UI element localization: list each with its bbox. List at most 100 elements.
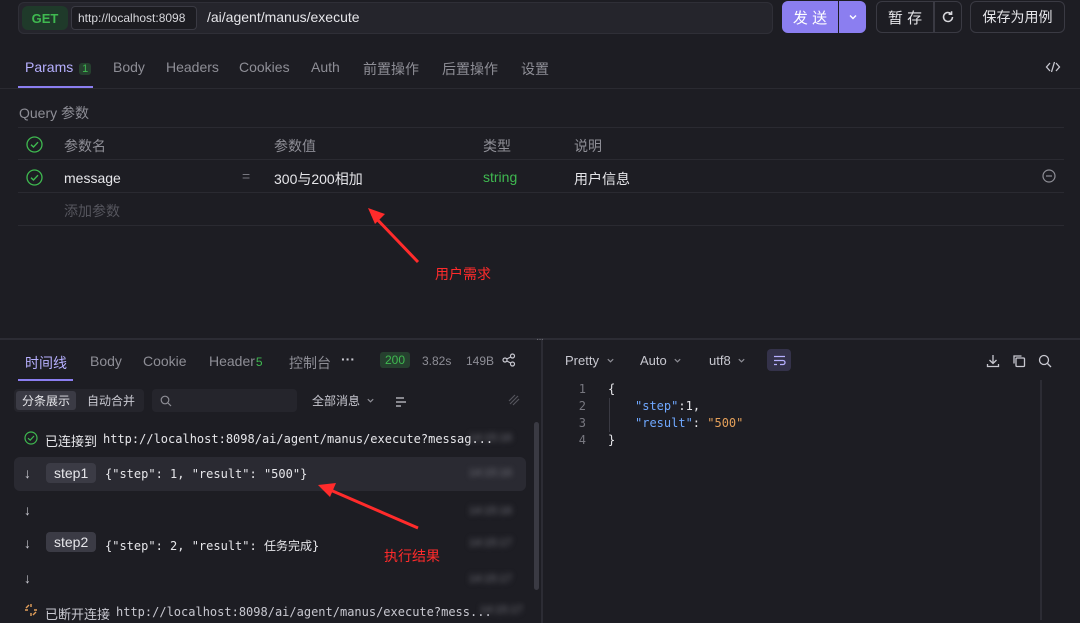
code-icon[interactable] [1044,58,1062,76]
url-path-input[interactable]: /ai/agent/manus/execute [207,9,360,25]
base-url-chip[interactable]: http://localhost:8098 [71,6,197,30]
event-label: 已断开连接 [45,607,111,622]
event-label: 已连接到 [45,434,98,449]
timeline-item-connected[interactable]: 已连接到 http://localhost:8098/ai/agent/manu… [14,426,526,450]
check-circle-icon [26,169,43,186]
send-button[interactable]: 发 送 [782,1,838,33]
line-number: 3 [578,416,586,430]
timeline-item-empty[interactable]: ↓ 14:15:17 [14,567,526,591]
event-timestamp: 14:15:16 [469,432,512,444]
add-param-input[interactable]: 添加参数 [18,193,1064,226]
timeline-item-empty[interactable]: ↓ 14:15:16 [14,499,526,523]
code-viewer[interactable]: 1{ 2 "step": 1, 3 "result": "500" 4} [560,381,1030,449]
timeline-scrollbar[interactable] [534,422,539,590]
tab-label: Header [209,353,255,369]
tab-response-body[interactable]: Body [90,353,122,369]
event-timestamp: 14:15:17 [469,537,512,549]
arrow-down-icon: ↓ [24,535,31,551]
vertical-split[interactable] [541,340,543,623]
param-enabled-checkbox[interactable] [26,169,43,189]
viewer-scrollbar[interactable] [1040,380,1042,620]
tab-headers[interactable]: Headers [166,59,219,75]
method-badge[interactable]: GET [22,6,68,30]
select-all-checkbox[interactable] [26,136,43,156]
indent-guide [609,415,635,432]
line-number: 1 [578,382,586,396]
arrow-down-icon: ↓ [24,502,31,518]
clear-icon[interactable] [507,393,521,410]
timeline-search-input[interactable] [152,389,297,412]
save-button[interactable]: 暂 存 [876,1,934,33]
event-timestamp: 14:15:16 [469,467,512,479]
colon: : [678,399,686,413]
reset-button[interactable] [934,1,962,33]
line-number: 4 [578,433,586,447]
equals-sign: = [242,168,251,184]
wrap-lines-icon[interactable] [395,395,407,411]
minus-circle-icon [1042,169,1056,183]
share-icon[interactable] [502,353,516,370]
download-icon[interactable] [986,354,1000,371]
line-text: } [608,433,616,447]
response-time: 3.82s [422,354,452,368]
tab-body[interactable]: Body [113,59,145,75]
timeline-item-step1[interactable]: ↓ step1 {"step": 1, "result": "500"} 14:… [14,457,526,491]
copy-icon[interactable] [1012,354,1026,371]
chevron-down-icon [606,358,614,363]
column-header-description: 说明 [574,138,602,154]
event-url: http://localhost:8098/ai/agent/manus/exe… [103,432,494,446]
line-number: 2 [578,399,586,413]
message-filter-select[interactable]: 全部消息 [312,392,375,409]
tab-response-cookie[interactable]: Cookie [143,353,187,369]
param-type-select[interactable]: string [483,169,517,185]
tab-auth[interactable]: Auth [311,59,340,75]
annotation-arrow [368,208,420,264]
chevron-down-icon [674,358,681,363]
tab-console[interactable]: 控制台 [289,353,331,373]
split-view-button[interactable]: 分条展示 [16,391,76,410]
event-timestamp: 14:15:17 [469,573,512,585]
tab-params[interactable]: Params 1 [25,59,92,75]
event-payload: {"step": 1, "result": "500"} [105,467,308,481]
timeline-item-step2[interactable]: ↓ step2 {"step": 2, "result": 任务完成} 14:1… [14,527,526,561]
param-value-input[interactable]: 300与200相加 [274,169,363,189]
param-row [18,160,1064,193]
wrap-lines-icon [773,355,786,365]
more-tabs-button[interactable]: ··· [341,351,355,367]
tab-pre-operations[interactable]: 前置操作 [363,59,419,79]
tab-settings[interactable]: 设置 [521,59,549,79]
code-line: 1{ [560,381,1030,398]
auto-merge-button[interactable]: 自动合并 [80,391,142,410]
event-tag: step2 [46,532,97,552]
filter-label: 全部消息 [312,394,361,408]
annotation-exec-result: 执行结果 [384,548,440,564]
send-dropdown-button[interactable] [839,1,866,33]
param-name-input[interactable]: message [64,170,121,186]
search-icon[interactable] [1038,354,1052,371]
chevron-down-icon [738,358,745,363]
annotation-arrow [318,483,419,530]
params-table-header [18,127,1064,160]
tab-cookies[interactable]: Cookies [239,59,290,75]
timeline-item-disconnected[interactable]: 已断开连接 http://localhost:8098/ai/agent/man… [14,601,526,623]
json-value: "500" [700,416,744,430]
format-label: Pretty [565,353,599,368]
format-select[interactable]: Pretty [565,353,615,368]
tab-post-operations[interactable]: 后置操作 [442,59,498,79]
annotation-user-need: 用户需求 [435,266,491,282]
save-as-case-button[interactable]: 保存为用例 [970,1,1065,33]
active-tab-underline [18,86,93,88]
tab-response-header[interactable]: Header5 [209,353,263,369]
tab-timeline[interactable]: 时间线 [25,353,67,373]
json-key: "step" [635,399,679,413]
param-description-input[interactable]: 用户信息 [574,169,630,189]
remove-param-button[interactable] [1042,169,1056,186]
encoding-mode-label: Auto [640,353,667,368]
charset-select[interactable]: utf8 [709,353,746,368]
code-line: 3 "result": "500" [560,415,1030,432]
encoding-mode-select[interactable]: Auto [640,353,682,368]
wrap-toggle-button[interactable] [767,349,791,371]
params-count-badge: 1 [79,63,92,75]
event-timestamp: 14:15:17 [480,604,523,616]
check-circle-icon [24,431,38,445]
